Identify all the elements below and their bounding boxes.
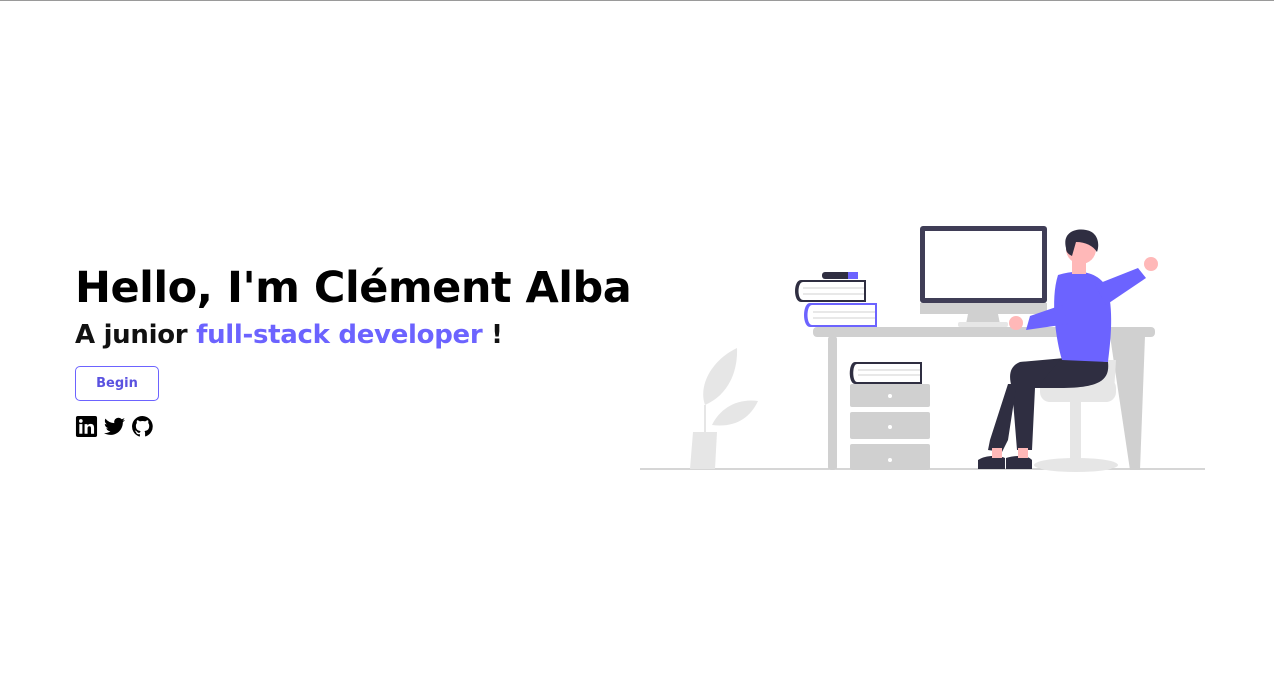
social-links bbox=[75, 415, 635, 438]
developer-illustration bbox=[640, 226, 1205, 472]
subtitle-accent: full-stack developer bbox=[196, 320, 483, 350]
github-icon bbox=[132, 415, 153, 437]
subtitle-suffix: ! bbox=[482, 320, 503, 350]
hero-section: Hello, I'm Clément Alba A junior full-st… bbox=[0, 0, 1274, 700]
drawer-book bbox=[849, 362, 922, 384]
twitter-icon bbox=[103, 417, 126, 435]
linkedin-link[interactable] bbox=[75, 415, 98, 438]
desk-leg-left bbox=[828, 336, 837, 470]
subtitle-prefix: A junior bbox=[75, 320, 197, 350]
monitor bbox=[920, 226, 1047, 327]
github-link[interactable] bbox=[131, 415, 154, 438]
twitter-link[interactable] bbox=[103, 415, 126, 438]
desk-books bbox=[795, 272, 877, 327]
desk-leg-right bbox=[1110, 336, 1145, 470]
plant bbox=[690, 348, 758, 469]
intro: Hello, I'm Clément Alba A junior full-st… bbox=[75, 262, 635, 438]
subtitle: A junior full-stack developer ! bbox=[75, 318, 635, 352]
begin-button[interactable]: Begin bbox=[75, 366, 159, 401]
linkedin-icon bbox=[75, 415, 98, 438]
page-title: Hello, I'm Clément Alba bbox=[75, 263, 632, 313]
